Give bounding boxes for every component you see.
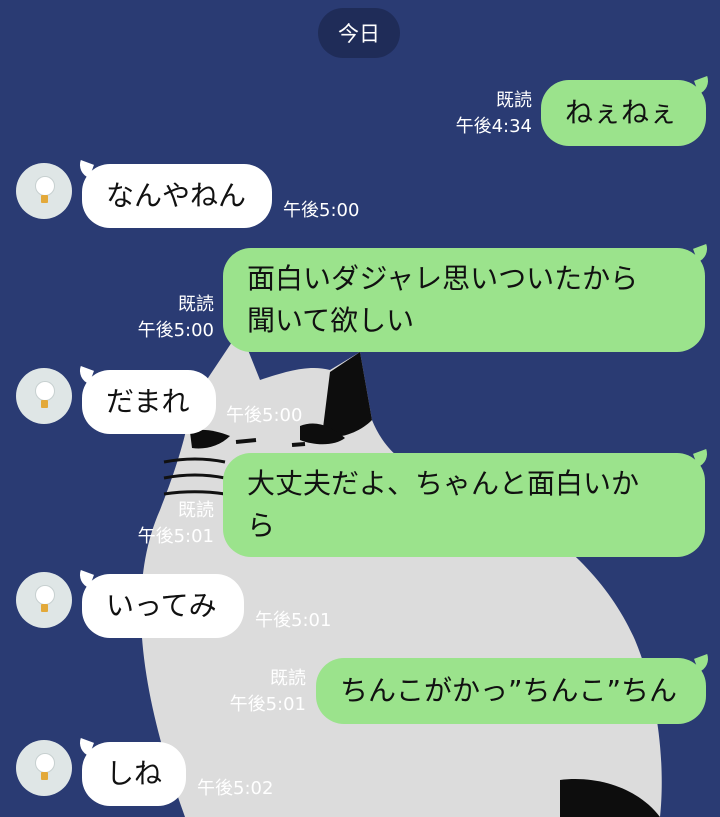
read-receipt: 既読 — [496, 90, 532, 111]
message-time: 午後5:00 — [137, 320, 214, 341]
incoming-message-bubble[interactable]: いってみ — [82, 574, 244, 638]
message-meta: 既読 午後5:00 — [120, 292, 214, 344]
message-meta: 既読 午後5:01 — [210, 666, 306, 718]
incoming-message-bubble[interactable]: だまれ — [82, 370, 216, 434]
message-text: ちんこがかっ”ちんこ”ちん — [340, 674, 678, 707]
contact-avatar[interactable] — [16, 740, 72, 796]
message-time: 午後5:02 — [197, 778, 274, 799]
message-time: 午後5:01 — [137, 526, 214, 547]
message-time: 午後4:34 — [455, 116, 532, 137]
outgoing-message-bubble[interactable]: ねぇねぇ — [541, 80, 706, 146]
message-time: 午後5:01 — [229, 694, 306, 715]
date-separator: 今日 — [318, 8, 400, 58]
read-receipt: 既読 — [178, 294, 214, 315]
message-text-line: 大丈夫だよ、ちゃんと面白いか — [247, 467, 640, 500]
read-receipt: 既読 — [270, 668, 306, 689]
message-text: だまれ — [106, 385, 190, 418]
outgoing-message-bubble[interactable]: 面白いダジャレ思いついたから 聞いて欲しい — [223, 248, 705, 352]
message-text-line: ら — [247, 509, 276, 542]
message-time: 午後5:01 — [255, 610, 332, 631]
message-meta: 既読 午後4:34 — [440, 88, 532, 140]
message-text: なんやねん — [106, 179, 247, 212]
message-text: しね — [106, 757, 163, 790]
contact-avatar[interactable] — [16, 572, 72, 628]
message-text-line: 面白いダジャレ思いついたから — [247, 262, 639, 295]
message-text: ねぇねぇ — [565, 96, 678, 129]
message-time: 午後5:00 — [283, 200, 360, 221]
outgoing-message-bubble[interactable]: ちんこがかっ”ちんこ”ちん — [316, 658, 706, 724]
incoming-message-bubble[interactable]: しね — [82, 742, 186, 806]
read-receipt: 既読 — [178, 500, 214, 521]
contact-avatar[interactable] — [16, 163, 72, 219]
message-text-line: 聞いて欲しい — [247, 304, 415, 337]
contact-avatar[interactable] — [16, 368, 72, 424]
message-text: いってみ — [106, 589, 217, 622]
incoming-message-bubble[interactable]: なんやねん — [82, 164, 272, 228]
message-time: 午後5:00 — [226, 405, 303, 426]
outgoing-message-bubble[interactable]: 大丈夫だよ、ちゃんと面白いか ら — [223, 453, 705, 557]
message-meta: 既読 午後5:01 — [120, 498, 214, 550]
